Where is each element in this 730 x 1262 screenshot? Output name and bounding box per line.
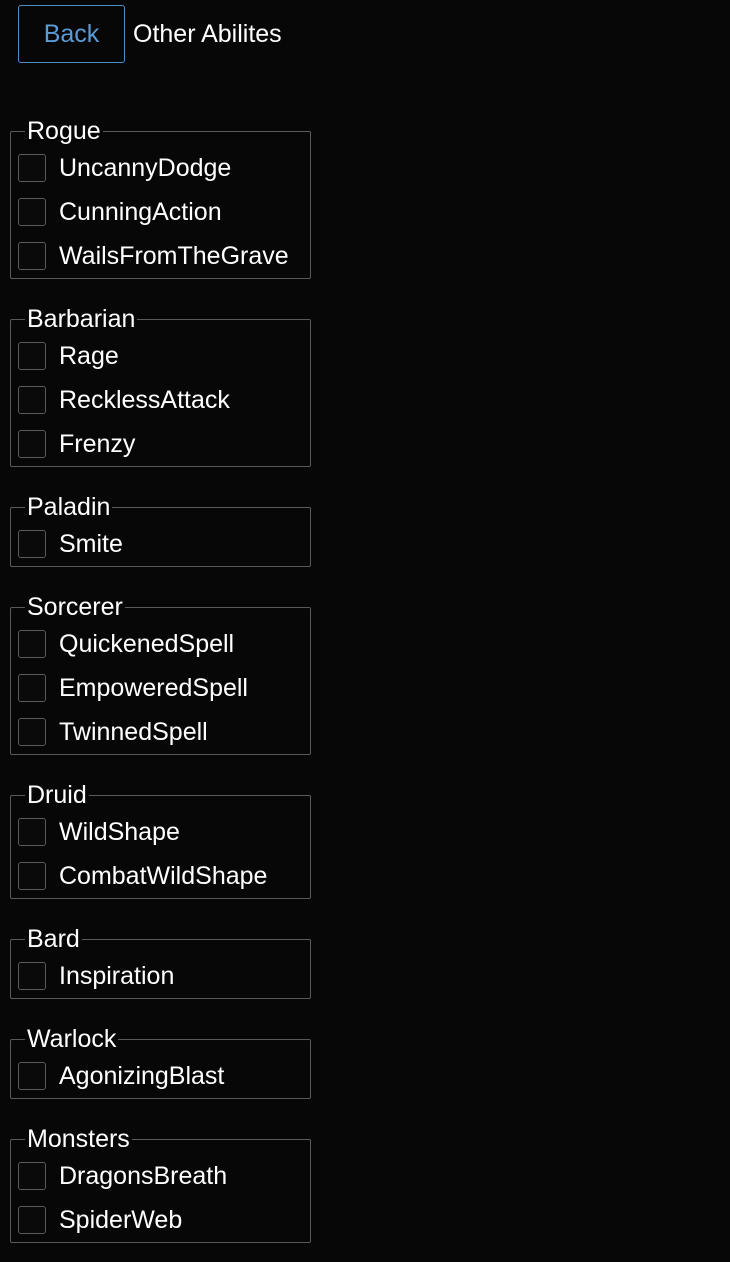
group-legend: Paladin — [25, 492, 113, 522]
ability-item[interactable]: AgonizingBlast — [11, 1054, 310, 1098]
ability-item[interactable]: CombatWildShape — [11, 854, 310, 898]
header: Back Other Abilites — [18, 5, 282, 63]
ability-checkbox[interactable] — [18, 342, 46, 370]
group-rogue: Rogue UncannyDodge CunningAction WailsFr… — [10, 116, 311, 279]
ability-item[interactable]: Frenzy — [11, 422, 310, 466]
ability-label[interactable]: SpiderWeb — [59, 1206, 182, 1235]
ability-checkbox[interactable] — [18, 198, 46, 226]
ability-label[interactable]: Rage — [59, 342, 119, 371]
group-druid: Druid WildShape CombatWildShape — [10, 780, 311, 899]
ability-label[interactable]: Inspiration — [59, 962, 174, 991]
ability-label[interactable]: CunningAction — [59, 198, 222, 227]
ability-item[interactable]: WildShape — [11, 810, 310, 854]
ability-label[interactable]: UncannyDodge — [59, 154, 231, 183]
ability-item[interactable]: Inspiration — [11, 954, 310, 998]
ability-item[interactable]: RecklessAttack — [11, 378, 310, 422]
ability-label[interactable]: AgonizingBlast — [59, 1062, 224, 1091]
ability-item[interactable]: EmpoweredSpell — [11, 666, 310, 710]
ability-checkbox[interactable] — [18, 1162, 46, 1190]
group-legend: Monsters — [25, 1124, 132, 1154]
ability-checkbox[interactable] — [18, 386, 46, 414]
ability-item[interactable]: WailsFromTheGrave — [11, 234, 310, 278]
group-monsters: Monsters DragonsBreath SpiderWeb — [10, 1124, 311, 1243]
ability-item[interactable]: DragonsBreath — [11, 1154, 310, 1198]
ability-checkbox[interactable] — [18, 674, 46, 702]
ability-label[interactable]: QuickenedSpell — [59, 630, 234, 659]
group-legend: Bard — [25, 924, 82, 954]
back-button[interactable]: Back — [18, 5, 125, 63]
ability-item[interactable]: UncannyDodge — [11, 146, 310, 190]
ability-label[interactable]: CombatWildShape — [59, 862, 267, 891]
ability-label[interactable]: Smite — [59, 530, 123, 559]
ability-item[interactable]: QuickenedSpell — [11, 622, 310, 666]
ability-checkbox[interactable] — [18, 1206, 46, 1234]
ability-label[interactable]: EmpoweredSpell — [59, 674, 248, 703]
ability-label[interactable]: RecklessAttack — [59, 386, 230, 415]
ability-checkbox[interactable] — [18, 242, 46, 270]
group-legend: Sorcerer — [25, 592, 125, 622]
ability-checkbox[interactable] — [18, 530, 46, 558]
ability-checkbox[interactable] — [18, 1062, 46, 1090]
ability-item[interactable]: TwinnedSpell — [11, 710, 310, 754]
ability-checkbox[interactable] — [18, 430, 46, 458]
group-legend: Rogue — [25, 116, 103, 146]
ability-label[interactable]: Frenzy — [59, 430, 135, 459]
ability-label[interactable]: TwinnedSpell — [59, 718, 208, 747]
ability-item[interactable]: Rage — [11, 334, 310, 378]
group-legend: Warlock — [25, 1024, 119, 1054]
group-sorcerer: Sorcerer QuickenedSpell EmpoweredSpell T… — [10, 592, 311, 755]
page-title: Other Abilites — [133, 20, 282, 48]
ability-label[interactable]: WildShape — [59, 818, 180, 847]
group-bard: Bard Inspiration — [10, 924, 311, 999]
ability-label[interactable]: DragonsBreath — [59, 1162, 227, 1191]
ability-item[interactable]: Smite — [11, 522, 310, 566]
ability-label[interactable]: WailsFromTheGrave — [59, 242, 289, 271]
ability-item[interactable]: CunningAction — [11, 190, 310, 234]
group-paladin: Paladin Smite — [10, 492, 311, 567]
ability-checkbox[interactable] — [18, 154, 46, 182]
ability-checkbox[interactable] — [18, 818, 46, 846]
ability-checkbox[interactable] — [18, 962, 46, 990]
group-legend: Druid — [25, 780, 89, 810]
group-warlock: Warlock AgonizingBlast — [10, 1024, 311, 1099]
ability-checkbox[interactable] — [18, 718, 46, 746]
group-barbarian: Barbarian Rage RecklessAttack Frenzy — [10, 304, 311, 467]
group-legend: Barbarian — [25, 304, 138, 334]
ability-checkbox[interactable] — [18, 630, 46, 658]
ability-item[interactable]: SpiderWeb — [11, 1198, 310, 1242]
ability-checkbox[interactable] — [18, 862, 46, 890]
